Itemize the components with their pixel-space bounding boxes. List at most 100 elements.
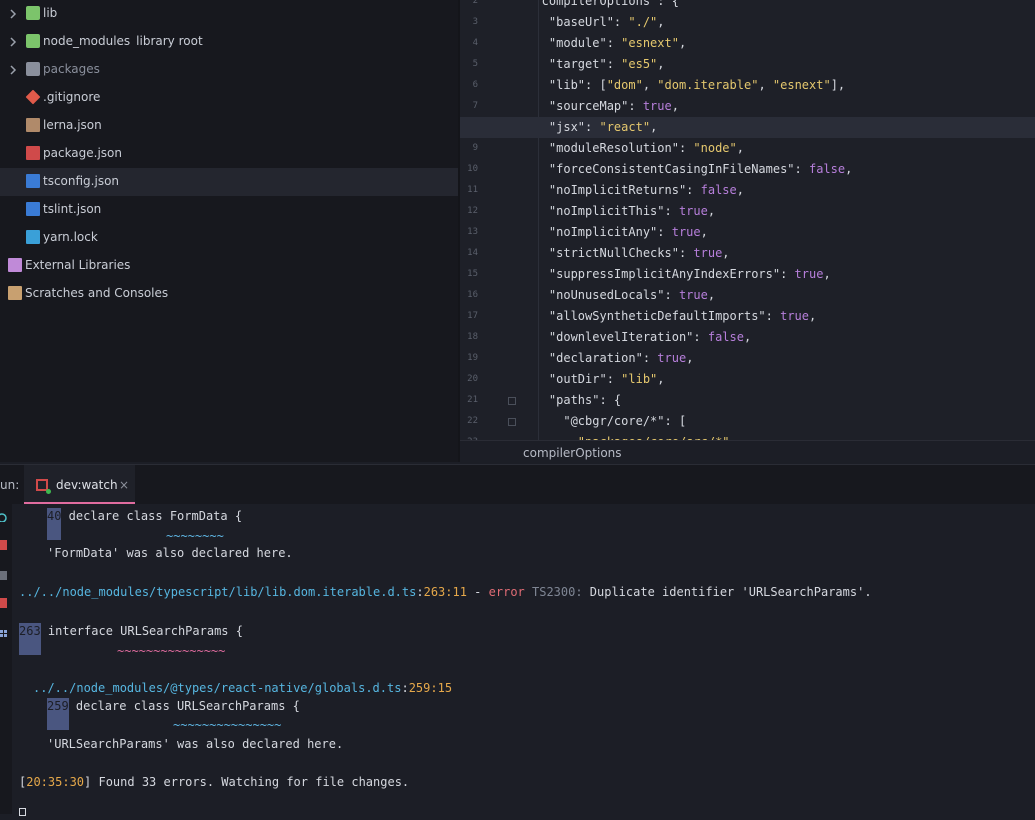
timestamp: 20:35:30 <box>26 775 85 789</box>
console-cursor[interactable] <box>19 804 26 820</box>
run-tab-title: dev:watch <box>56 478 118 492</box>
code-line[interactable]: "noImplicitReturns": false, <box>520 180 1035 201</box>
key-token: , <box>707 288 716 302</box>
tree-item-suffix: library root <box>136 34 203 48</box>
string-token: "lib" <box>621 372 658 386</box>
code-line[interactable]: "allowSyntheticDefaultImports": true, <box>520 306 1035 327</box>
debug-icon[interactable] <box>0 570 7 580</box>
tree-item[interactable]: node_modules library root <box>0 28 458 56</box>
code-line[interactable]: "forceConsistentCasingInFileNames": fals… <box>520 159 1035 180</box>
close-icon[interactable]: × <box>119 478 129 492</box>
tree-item[interactable]: tslint.json <box>0 196 458 224</box>
code-line[interactable]: "lib": ["dom", "dom.iterable", "esnext"]… <box>520 75 1035 96</box>
tree-item-label: node_modules library root <box>43 34 203 48</box>
code-line[interactable]: "moduleResolution": "node", <box>520 138 1035 159</box>
error-filter-icon[interactable] <box>0 598 7 608</box>
code-line[interactable]: "suppressImplicitAnyIndexErrors": true, <box>520 264 1035 285</box>
tree-item[interactable]: Scratches and Consoles <box>0 280 458 308</box>
tree-item-label: lib <box>43 6 57 20</box>
key-token: ], <box>830 78 846 92</box>
chevron-right-icon[interactable] <box>8 8 18 20</box>
code-line[interactable]: "noUnusedLocals": true, <box>520 285 1035 306</box>
line-number: 15 <box>467 269 478 279</box>
console-output[interactable]: 40 declare class FormData { ~~~~~~~~ 'Fo… <box>12 504 1035 816</box>
chevron-right-icon[interactable] <box>8 64 18 76</box>
key-token: "noImplicitAny": <box>520 225 672 239</box>
fold-icon[interactable] <box>508 418 516 426</box>
running-indicator-icon <box>46 489 51 494</box>
keyword-token: true <box>671 225 701 239</box>
console-line: ../../node_modules/@types/react-native/g… <box>33 681 453 695</box>
run-toolbar: un: dev:watch × <box>0 464 1035 504</box>
tree-item[interactable]: External Libraries <box>0 252 458 280</box>
tree-item-label: External Libraries <box>25 258 130 272</box>
key-token: "sourceMap": <box>520 99 643 113</box>
run-tab-dev-watch[interactable]: dev:watch × <box>24 465 135 504</box>
status-message: ] Found 33 errors. Watching for file cha… <box>84 775 410 789</box>
tree-item[interactable]: lerna.json <box>0 112 458 140</box>
line-number-badge: 259 <box>47 698 69 730</box>
code-line[interactable]: "downlevelIteration": false, <box>520 327 1035 348</box>
code-line[interactable]: "noImplicitAny": true, <box>520 222 1035 243</box>
tree-item-name: tsconfig.json <box>43 174 120 188</box>
console-line: ../../node_modules/typescript/lib/lib.do… <box>19 585 872 599</box>
key-token: , <box>823 267 831 281</box>
code-editor[interactable]: 234567891011121314151617181920212223 "co… <box>460 0 1035 449</box>
code-line[interactable]: "noImplicitThis": true, <box>520 201 1035 222</box>
code-line[interactable]: "declaration": true, <box>520 348 1035 369</box>
fold-icon[interactable] <box>508 397 516 405</box>
npm-icon <box>26 146 40 160</box>
error-message: Duplicate identifier 'URLSearchParams'. <box>582 585 872 599</box>
keyword-token: false <box>707 330 744 344</box>
chevron-right-icon[interactable] <box>8 36 18 48</box>
layout-icon[interactable] <box>0 628 7 638</box>
line-number: 16 <box>467 290 478 300</box>
typescript-icon <box>26 174 40 188</box>
yarn-icon <box>26 230 40 244</box>
code-line[interactable]: "compilerOptions": { <box>520 0 1035 12</box>
keyword-token: false <box>808 162 846 176</box>
code-line[interactable]: "sourceMap": true, <box>520 96 1035 117</box>
code-line[interactable]: "target": "es5", <box>520 54 1035 75</box>
line-number: 14 <box>467 248 478 258</box>
code-line[interactable]: "jsx": "react", <box>460 117 1035 138</box>
tree-item[interactable]: tsconfig.json <box>0 168 458 196</box>
key-token: , <box>758 78 773 92</box>
git-icon <box>25 89 41 105</box>
line-number-badge: 40 <box>47 508 62 540</box>
tree-item-name: yarn.lock <box>43 230 98 244</box>
code-line[interactable]: "outDir": "lib", <box>520 369 1035 390</box>
line-number: 4 <box>472 38 478 48</box>
run-label: un: <box>0 478 20 492</box>
tree-item[interactable]: .gitignore <box>0 84 458 112</box>
key-token: "allowSyntheticDefaultImports": <box>520 309 781 323</box>
error-squiggle: ~~~~~~~~~~~~~~~ <box>117 644 226 658</box>
tree-item[interactable]: lib <box>0 0 458 28</box>
error-squiggle: ~~~~~~~~~~~~~~~ <box>173 718 282 732</box>
tree-item-name: lerna.json <box>43 118 102 132</box>
console-text: declare class FormData { <box>61 509 243 523</box>
file-link[interactable]: ../../node_modules/typescript/lib/lib.do… <box>19 585 416 599</box>
stop-icon[interactable] <box>0 540 7 550</box>
console-text: declare class URLSearchParams { <box>68 699 300 713</box>
tree-item[interactable]: package.json <box>0 140 458 168</box>
key-token: "paths": { <box>520 393 622 407</box>
tree-item[interactable]: yarn.lock <box>0 224 458 252</box>
line-number: 19 <box>467 353 478 363</box>
code-line[interactable]: "@cbgr/core/*": [ <box>520 411 1035 432</box>
rerun-icon[interactable] <box>0 512 7 522</box>
breadcrumb-item[interactable]: compilerOptions <box>523 446 622 460</box>
code-line[interactable]: "baseUrl": "./", <box>520 12 1035 33</box>
string-token: "esnext" <box>621 36 679 50</box>
line-number: 12 <box>467 206 478 216</box>
code-line[interactable]: "paths": { <box>520 390 1035 411</box>
typescript-icon <box>26 202 40 216</box>
code-line[interactable]: "module": "esnext", <box>520 33 1035 54</box>
key-token: , <box>809 309 817 323</box>
project-tree: lib node_modules library root packages .giti… <box>0 0 458 462</box>
code-line[interactable]: "strictNullChecks": true, <box>520 243 1035 264</box>
tree-item[interactable]: packages <box>0 56 458 84</box>
file-link[interactable]: ../../node_modules/@types/react-native/g… <box>33 681 401 695</box>
line-number: 5 <box>472 59 478 69</box>
tree-item-name: node_modules <box>43 34 131 48</box>
